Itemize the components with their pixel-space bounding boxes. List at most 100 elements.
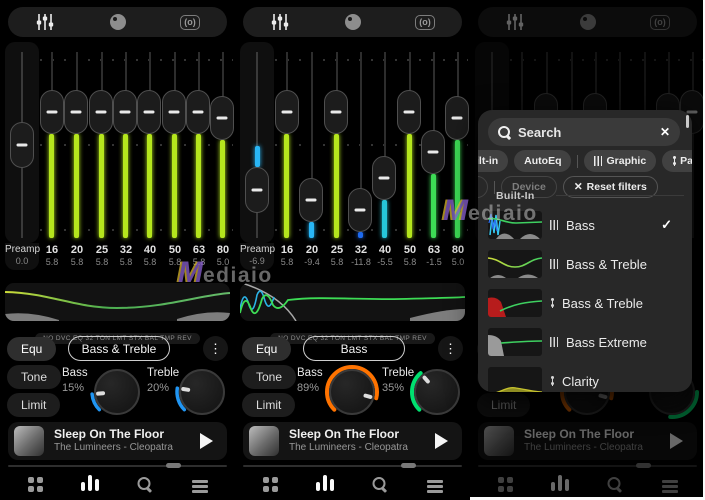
band-level-bar [99,134,104,238]
section-divider [556,195,684,196]
search-input[interactable]: Search ✕ [488,118,680,146]
play-button[interactable] [200,433,213,449]
band-level-bar [196,134,201,238]
reset-label: Reset filters [586,181,647,193]
preset-curve-thumbnail [488,328,542,356]
preamp-label: Preamp 0.0 [5,244,40,266]
band-level-bar [431,174,436,238]
band-level-bar [49,134,54,238]
equalizer-tab-icon[interactable] [270,14,290,30]
eq-slider-handle[interactable] [89,90,113,134]
track-artist: The Lumineers - Cleopatra [54,442,173,453]
band-level-bar [455,140,460,238]
preset-item-bass-extreme[interactable]: Bass Extreme [488,325,684,359]
eq-slider-handle[interactable] [64,90,88,134]
reverb-tab-icon[interactable]: (o) [415,14,435,30]
library-grid-icon[interactable] [28,477,34,483]
bass-knob-label: Bass [62,367,88,379]
eq-slider-handle[interactable] [372,156,396,200]
treble-knob-value: 20% [147,382,170,394]
preset-selector[interactable]: Bass [303,336,405,361]
preamp-slider-handle[interactable] [245,167,269,213]
screenshot-root: (o) Preamp 0.0 16 5.8 20 5.8 25 5.8 32 5… [0,0,705,500]
now-playing-row[interactable]: Sleep On The Floor The Lumineers - Cleop… [243,422,462,460]
search-nav-icon[interactable] [372,477,386,490]
band-level-bar [172,134,177,238]
preset-item-bass-treble[interactable]: Bass & Treble [488,247,684,281]
preset-label: Bass & Treble [566,256,647,272]
progress-track[interactable] [8,465,227,467]
band-label: 80 5.0 [441,244,470,267]
bass-knob[interactable] [94,369,140,415]
preamp-value: -6.9 [249,256,265,266]
tone-button[interactable]: Tone [242,365,297,389]
tone-button[interactable]: Tone [7,365,62,389]
band-level-bar [382,200,387,238]
search-nav-icon[interactable] [137,477,151,490]
close-icon[interactable]: ✕ [660,125,670,139]
volume-knob-tab-icon[interactable] [344,14,361,30]
play-button[interactable] [435,433,448,449]
bass-knob[interactable] [329,369,375,415]
eq-slider-handle[interactable] [137,90,161,134]
eq-slider-handle[interactable] [210,96,234,140]
eq-slider-handle[interactable] [348,188,372,232]
chip-parametric[interactable]: Parametric [662,150,692,172]
preset-item-bass[interactable]: Bass ✓ [488,208,684,242]
overflow-menu-button[interactable]: ⋮ [203,336,228,361]
tick-dots-top [40,59,233,61]
progress-handle[interactable] [166,463,181,468]
preset-item-clarity[interactable]: Clarity [488,364,684,392]
chip-graphic-label: Graphic [606,155,647,167]
chip-built-in[interactable]: Built-in [478,150,509,172]
section-header: Built-In [496,190,535,202]
preset-item-bass-treble-parametric[interactable]: Bass & Treble [488,286,684,320]
preset-selector[interactable]: Bass & Treble [68,336,170,361]
limit-button[interactable]: Limit [242,393,296,417]
limit-button[interactable]: Limit [7,393,61,417]
equalizer-nav-icon[interactable] [81,475,99,491]
eq-slider-handle[interactable] [324,90,348,134]
now-playing-row[interactable]: Sleep On The Floor The Lumineers - Cleop… [8,422,227,460]
top-toolbar: (o) [243,7,462,37]
treble-knob[interactable] [179,369,225,415]
eq-slider-handle[interactable] [186,90,210,134]
treble-knob[interactable] [414,369,460,415]
tick-dots-zero [40,144,233,146]
reverb-tab-icon[interactable]: (o) [180,14,200,30]
tick-dots-top [275,59,468,61]
band-level-bar [309,222,314,238]
eq-slider-handle[interactable] [421,130,445,174]
chip-graphic[interactable]: Graphic [584,150,657,172]
track-artist: The Lumineers - Cleopatra [289,442,408,453]
preamp-label: Preamp -6.9 [240,244,275,266]
equ-button[interactable]: Equ [242,337,292,361]
eq-slider-handle[interactable] [40,90,64,134]
overflow-menu-button[interactable]: ⋮ [438,336,463,361]
bottom-nav [235,471,470,500]
chip-cut-off[interactable] [478,176,488,198]
volume-knob-tab-icon[interactable] [109,14,126,30]
preset-label: Bass [566,217,595,233]
equalizer-tab-icon[interactable] [35,14,55,30]
progress-track[interactable] [243,465,462,467]
band-gain: 5.0 [451,257,465,267]
equalizer-nav-icon[interactable] [316,475,334,491]
eq-slider-handle[interactable] [162,90,186,134]
eq-curve-graph [240,283,465,321]
preamp-slider-handle[interactable] [10,122,34,168]
eq-slider-handle[interactable] [397,90,421,134]
eq-slider-handle[interactable] [299,178,323,222]
eq-slider-handle[interactable] [113,90,137,134]
equ-button[interactable]: Equ [7,337,57,361]
queue-menu-icon[interactable] [427,478,443,483]
library-grid-icon[interactable] [263,477,269,483]
eq-slider-handle[interactable] [275,90,299,134]
queue-menu-icon[interactable] [192,478,208,483]
parametric-icon [550,297,554,309]
popup-scrollbar[interactable] [686,115,689,128]
preset-curve-thumbnail [488,250,542,278]
chip-autoeq[interactable]: AutoEq [514,150,572,172]
eq-slider-handle[interactable] [445,96,469,140]
progress-handle[interactable] [401,463,416,468]
